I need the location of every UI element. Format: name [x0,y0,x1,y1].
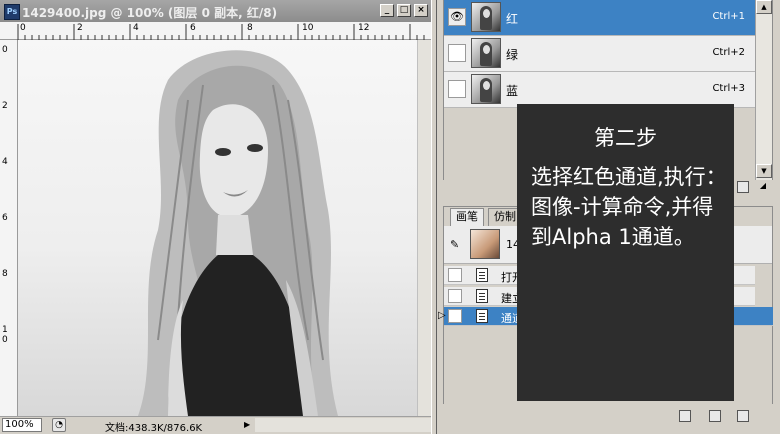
ruler-top-label: 8 [247,23,253,33]
channel-thumbnail [471,38,501,68]
history-state-arrow-icon: ▷ [438,310,446,321]
camera-icon[interactable] [709,410,721,422]
history-toolbar [443,404,773,434]
scroll-down-icon[interactable]: ▼ [756,164,772,178]
status-bar: 100% ◔ 文档:438.3K/876.6K ▶ [0,416,431,434]
ruler-left-label: 1 0 [2,325,8,345]
horizontal-ruler[interactable]: 0 2 4 6 8 10 12 [0,22,431,40]
channel-name: 绿 [506,48,519,62]
ruler-left-label: 6 [2,213,8,223]
history-source-box[interactable] [448,268,462,282]
photoshop-app-icon: Ps [4,4,20,20]
channel-shortcut: Ctrl+3 [712,83,745,94]
channel-row-blue[interactable]: 蓝 Ctrl+3 [444,72,755,108]
channel-row-red[interactable]: 👁 红 Ctrl+1 [444,0,755,36]
ruler-left-label: 8 [2,269,8,279]
overlay-title: 第二步 [594,126,657,150]
image-canvas[interactable] [18,40,417,416]
ruler-top-label: 0 [20,23,26,33]
overlay-body: 选择红色通道,执行：图像-计算命令,并得到Alpha 1通道。 [531,165,727,249]
ruler-top-label: 10 [302,23,314,33]
visibility-toggle[interactable] [448,80,466,98]
scroll-up-icon[interactable]: ▲ [756,0,772,14]
close-button[interactable]: × [414,4,428,17]
channel-thumbnail [471,74,501,104]
ruler-top-label: 6 [190,23,196,33]
ruler-top-label: 2 [77,23,83,33]
ruler-top-label: 4 [133,23,139,33]
document-titlebar[interactable]: Ps 1429400.jpg @ 100% (图层 0 副本, 红/8) _ □… [0,0,437,22]
maximize-button[interactable]: □ [397,4,411,17]
ruler-left-label: 0 [2,45,8,55]
document-title: 1429400.jpg @ 100% (图层 0 副本, 红/8) [22,6,278,20]
document-icon [476,309,488,323]
canvas-vertical-scrollbar[interactable] [417,40,432,416]
channel-thumbnail [471,2,501,32]
ruler-left-label: 2 [2,101,8,111]
document-icon [476,268,488,282]
document-size: 文档:438.3K/876.6K [105,423,203,434]
status-menu-arrow-icon[interactable]: ▶ [244,420,250,429]
eye-icon[interactable]: 👁 [448,8,466,26]
ruler-left-label: 4 [2,157,8,167]
canvas-horizontal-scrollbar[interactable] [255,418,431,432]
new-document-icon[interactable] [679,410,691,422]
brush-icon[interactable]: ✎ [450,238,464,252]
tab-brushes[interactable]: 画笔 [450,208,484,226]
resize-grip-icon[interactable]: ◢ [757,181,769,193]
channel-shortcut: Ctrl+2 [712,47,745,58]
snapshot-thumbnail [470,229,500,259]
document-icon [476,289,488,303]
channel-name: 红 [506,12,519,26]
channel-shortcut: Ctrl+1 [712,11,745,22]
channel-row-green[interactable]: 绿 Ctrl+2 [444,36,755,72]
instruction-overlay: 第二步 选择红色通道,执行：图像-计算命令,并得到Alpha 1通道。 [517,104,734,401]
history-source-box[interactable] [448,309,462,323]
channel-name: 蓝 [506,84,519,98]
ruler-top-label: 12 [358,23,370,33]
vertical-ruler[interactable]: 0 2 4 6 8 1 0 [0,40,18,416]
channels-scrollbar[interactable]: ▲ ▼ [755,0,772,180]
zoom-input[interactable]: 100% [2,418,42,432]
history-source-box[interactable] [448,289,462,303]
status-info-icon[interactable]: ◔ [52,418,66,432]
visibility-toggle[interactable] [448,44,466,62]
minimize-button[interactable]: _ [380,4,394,17]
portrait-image [138,50,338,416]
trash-icon[interactable] [737,410,749,422]
trash-icon[interactable] [737,181,749,193]
